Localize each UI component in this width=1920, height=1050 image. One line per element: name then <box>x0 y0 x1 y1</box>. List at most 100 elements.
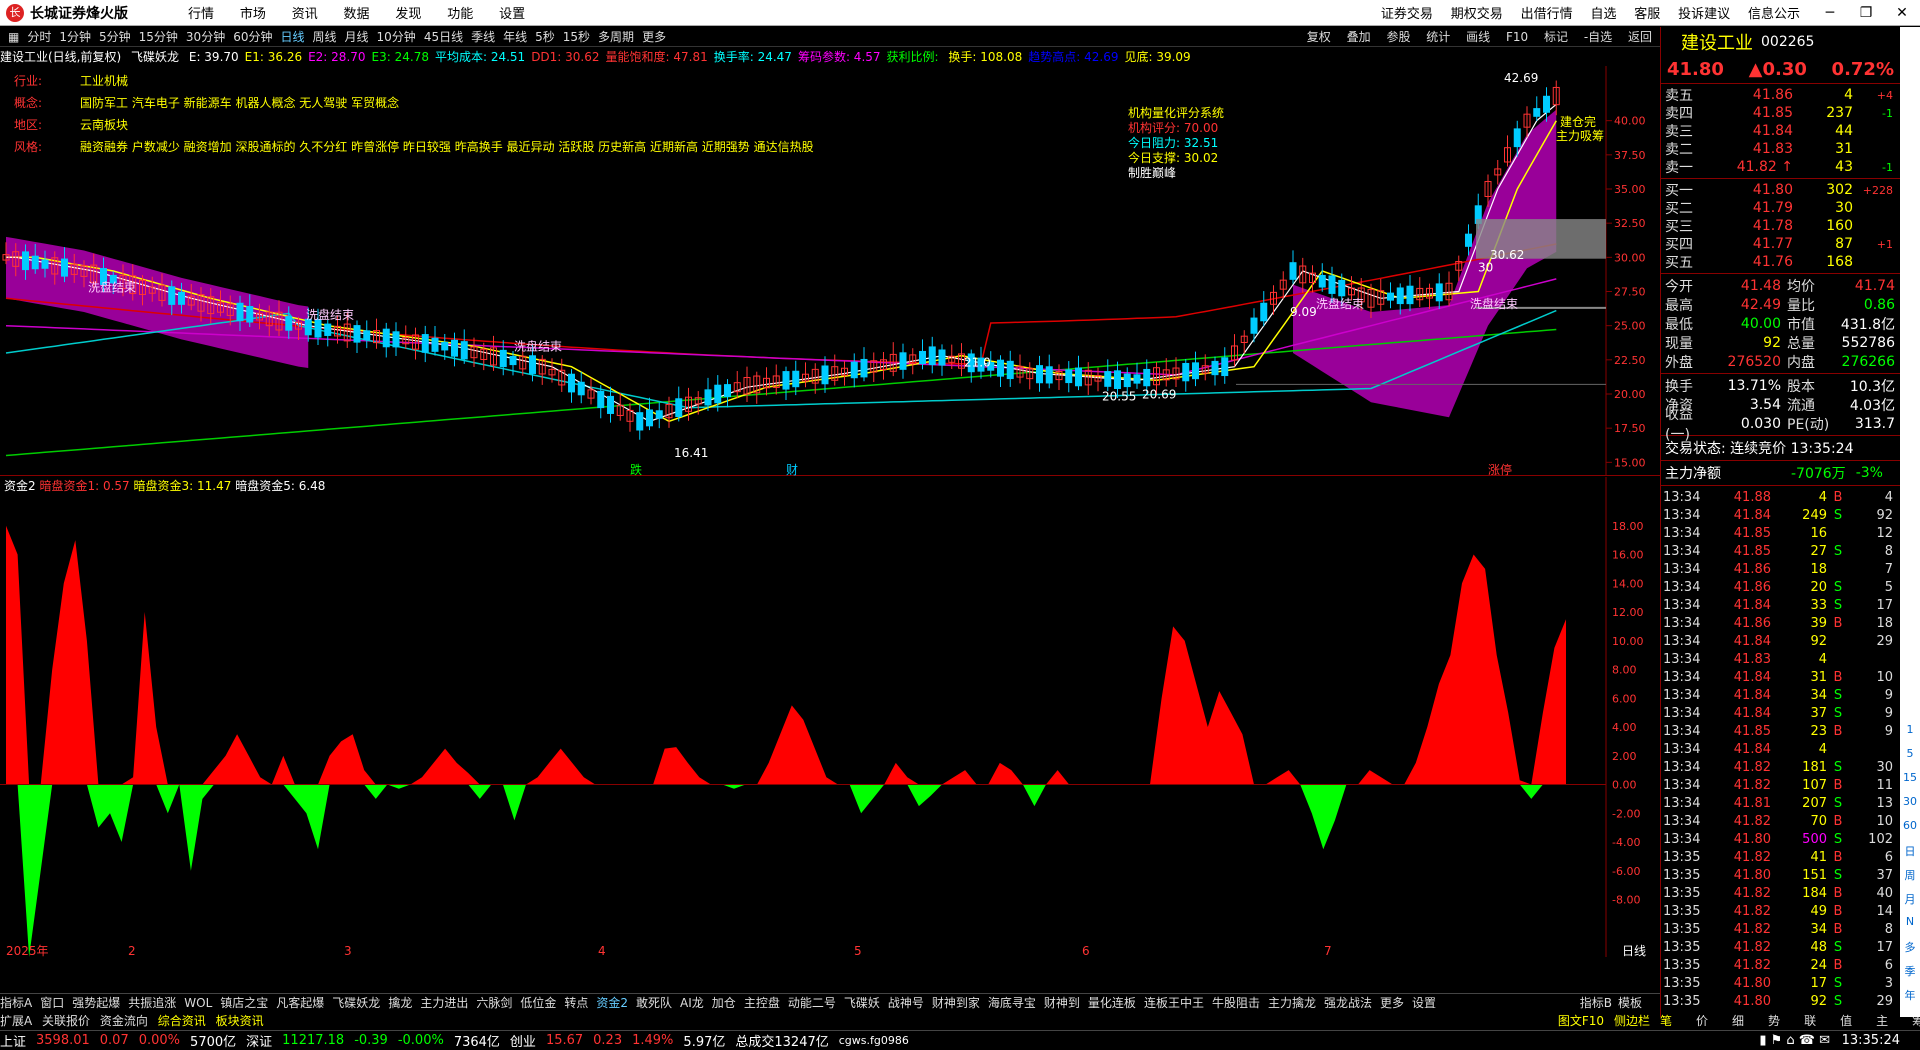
indicator-tab-5[interactable]: 镇店之宝 <box>220 996 268 1010</box>
remove-watchlist-button[interactable]: -自选 <box>1584 30 1612 44</box>
indicator-tab-28[interactable]: 强龙战法 <box>1324 996 1372 1010</box>
indicator-tab-29[interactable]: 更多 <box>1380 996 1404 1010</box>
menu-settings[interactable]: 设置 <box>499 7 525 22</box>
menu-market[interactable]: 市场 <box>240 7 266 22</box>
indicator-tab-17[interactable]: 主控盘 <box>744 996 780 1010</box>
quote-tab-2[interactable]: 细 <box>1732 1012 1744 1029</box>
period-15sec[interactable]: 15秒 <box>563 28 590 45</box>
indicator-tab-30[interactable]: 设置 <box>1412 996 1436 1010</box>
indicator-tab-27[interactable]: 主力擒龙 <box>1268 996 1316 1010</box>
indicator-tab-2[interactable]: 强势起爆 <box>72 996 120 1010</box>
indicator-tab-18[interactable]: 动能二号 <box>788 996 836 1010</box>
side-icon-11[interactable]: 1 <box>1900 723 1920 736</box>
overlay-button[interactable]: 叠加 <box>1347 30 1371 44</box>
price-chart-svg[interactable]: 40.00 37.50 35.00 32.50 30.00 27.50 25.00 22.50… <box>0 66 1660 477</box>
menu-news[interactable]: 资讯 <box>292 7 318 22</box>
menu-options[interactable]: 期权交易 <box>1451 7 1503 22</box>
indicator-tab-15[interactable]: AI龙 <box>680 996 704 1010</box>
buy-row-2[interactable]: 买三 41.78 160 <box>1661 217 1900 235</box>
period-weekly[interactable]: 周线 <box>313 28 337 45</box>
ext-tab-a[interactable]: 扩展A <box>0 1014 32 1028</box>
f10-button[interactable]: F10 <box>1506 30 1528 44</box>
indicator-tab-3[interactable]: 共振追涨 <box>128 996 176 1010</box>
ext-tab-quotes[interactable]: 关联报价 <box>42 1014 90 1028</box>
indicator-tab-24[interactable]: 量化连板 <box>1088 996 1136 1010</box>
menu-watchlist[interactable]: 自选 <box>1590 7 1616 22</box>
fund-flow-svg[interactable]: 18.00 16.00 14.00 12.00 10.00 8.00 6.00 4.00 2.0… <box>0 477 1660 977</box>
menu-grid-icon[interactable]: ▦ <box>8 30 19 44</box>
sub-chart-name[interactable]: 资金2 <box>4 479 36 493</box>
indicator-tab-6[interactable]: 凡客起爆 <box>276 996 324 1010</box>
indicator-tab-21[interactable]: 财神到家 <box>932 996 980 1010</box>
period-30min[interactable]: 30分钟 <box>186 28 225 45</box>
indicator-tab-20[interactable]: 战神号 <box>888 996 924 1010</box>
menu-complaint[interactable]: 投诉建议 <box>1678 7 1730 22</box>
sell-row-3[interactable]: 卖二 41.83 31 <box>1661 140 1900 158</box>
side-icon-6[interactable]: 日 <box>1900 843 1920 859</box>
sell-row-4[interactable]: 卖一 41.82 ↑ 43 -1 <box>1661 158 1900 176</box>
indicator-tab-right-1[interactable]: 模板 <box>1618 994 1642 1011</box>
f10-graphic-tab[interactable]: 图文F10 <box>1558 1012 1604 1029</box>
mark-button[interactable]: 标记 <box>1544 30 1568 44</box>
indicator-tab-12[interactable]: 转点 <box>564 996 588 1010</box>
quote-tab-5[interactable]: 值 <box>1840 1012 1852 1029</box>
side-icon-5[interactable]: 周 <box>1900 867 1920 883</box>
side-icon-9[interactable]: 15 <box>1900 771 1920 784</box>
fund-flow-chart[interactable]: 资金2 暗盘资金1: 0.57 暗盘资金3: 11.47 暗盘资金5: 6.48… <box>0 477 1660 977</box>
period-45day[interactable]: 45日线 <box>424 28 463 45</box>
period-1min[interactable]: 1分钟 <box>59 28 91 45</box>
period-quarter[interactable]: 季线 <box>471 28 495 45</box>
period-10min[interactable]: 10分钟 <box>377 28 416 45</box>
ext-tab-sector[interactable]: 板块资讯 <box>216 1014 264 1028</box>
close-icon[interactable]: ✕ <box>1884 0 1920 26</box>
indicator-tab-26[interactable]: 牛股阻击 <box>1212 996 1260 1010</box>
indicator-tab-25[interactable]: 连板王中王 <box>1144 996 1204 1010</box>
period-multi[interactable]: 多周期 <box>598 28 634 45</box>
menu-trading[interactable]: 证券交易 <box>1381 7 1433 22</box>
indicator-tab-16[interactable]: 加仓 <box>712 996 736 1010</box>
sidebar-tab[interactable]: 侧边栏 <box>1614 1012 1650 1029</box>
period-15min[interactable]: 15分钟 <box>139 28 178 45</box>
stats-button[interactable]: 统计 <box>1426 30 1450 44</box>
indicator-tab-14[interactable]: 敢死队 <box>636 996 672 1010</box>
period-5min[interactable]: 5分钟 <box>99 28 131 45</box>
indicator-tab-7[interactable]: 飞碟妖龙 <box>332 996 380 1010</box>
indicator-tab-10[interactable]: 六脉剑 <box>476 996 512 1010</box>
period-monthly[interactable]: 月线 <box>345 28 369 45</box>
indicator-tab-19[interactable]: 飞碟妖 <box>844 996 880 1010</box>
ext-tab-flow[interactable]: 资金流向 <box>100 1014 148 1028</box>
buy-row-3[interactable]: 买四 41.77 87 +1 <box>1661 235 1900 253</box>
adjust-button[interactable]: 复权 <box>1307 30 1331 44</box>
period-intraday[interactable]: 分时 <box>27 28 51 45</box>
menu-data[interactable]: 数据 <box>344 7 370 22</box>
ext-tab-news[interactable]: 综合资讯 <box>158 1014 206 1028</box>
back-button[interactable]: 返回 <box>1628 30 1652 44</box>
period-5sec[interactable]: 5秒 <box>535 28 555 45</box>
period-60min[interactable]: 60分钟 <box>233 28 272 45</box>
restore-icon[interactable]: ❐ <box>1848 0 1884 26</box>
menu-lending[interactable]: 出借行情 <box>1521 7 1573 22</box>
indicator-tab-22[interactable]: 海底寻宝 <box>988 996 1036 1010</box>
side-icon-2[interactable]: 多 <box>1900 939 1920 955</box>
period-daily[interactable]: 日线 <box>280 28 304 45</box>
sell-row-2[interactable]: 卖三 41.84 44 <box>1661 122 1900 140</box>
period-year[interactable]: 年线 <box>503 28 527 45</box>
menu-quotes[interactable]: 行情 <box>188 7 214 22</box>
menu-service[interactable]: 客服 <box>1634 7 1660 22</box>
side-icon-0[interactable]: 年 <box>1900 987 1920 1003</box>
period-more[interactable]: 更多 <box>642 28 666 45</box>
sell-row-1[interactable]: 卖四 41.85 237 -1 <box>1661 104 1900 122</box>
main-price-chart[interactable]: 40.00 37.50 35.00 32.50 30.00 27.50 25.00 22.50… <box>0 66 1660 477</box>
menu-disclosure[interactable]: 信息公示 <box>1748 7 1800 22</box>
tick-list[interactable]: 13:34 41.88 4 B 4 13:34 41.84 249 S 92 13:34 41.85 1… <box>1661 488 1900 1010</box>
minimize-icon[interactable]: ─ <box>1812 0 1848 26</box>
indicator-tab-23[interactable]: 财神到 <box>1044 996 1080 1010</box>
buy-row-0[interactable]: 买一 41.80 302 +228 <box>1661 181 1900 199</box>
quote-tab-1[interactable]: 价 <box>1696 1012 1708 1029</box>
indicator-tab-right-0[interactable]: 指标B <box>1580 994 1612 1011</box>
indicator-tab-13[interactable]: 资金2 <box>596 996 628 1010</box>
holdings-button[interactable]: 参股 <box>1386 30 1410 44</box>
side-icon-10[interactable]: 5 <box>1900 747 1920 760</box>
draw-button[interactable]: 画线 <box>1466 30 1490 44</box>
side-icon-8[interactable]: 30 <box>1900 795 1920 808</box>
